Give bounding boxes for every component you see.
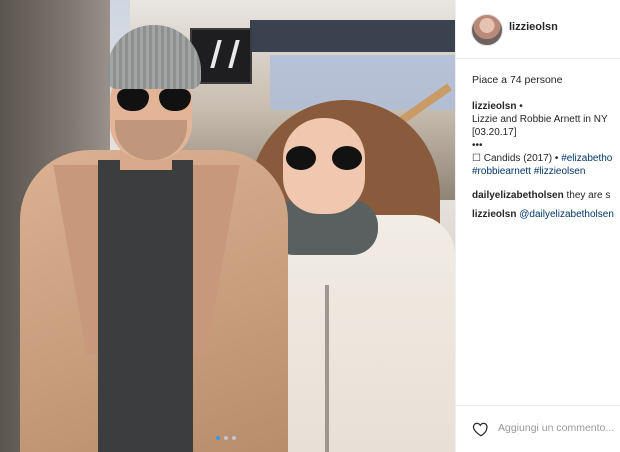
woman-coat-zipper bbox=[325, 285, 329, 452]
comment-username[interactable]: dailyelizabetholsen bbox=[472, 190, 564, 201]
post-photo[interactable] bbox=[0, 0, 455, 452]
post-header: lizzieolsn bbox=[456, 0, 620, 59]
woman-sunglasses bbox=[286, 146, 362, 170]
man-sweater bbox=[98, 160, 193, 452]
hashtag-link[interactable]: #robbiearnett #lizzieolsen bbox=[472, 165, 620, 178]
caption-line: [03.20.17] bbox=[472, 127, 517, 138]
background-awning bbox=[250, 20, 455, 52]
caption-bullet: • bbox=[519, 101, 523, 112]
post-side-panel: lizzieolsn Piace a 74 persone lizzieolsn… bbox=[455, 0, 620, 452]
man-sunglasses bbox=[117, 89, 191, 111]
header-username[interactable]: lizzieolsn bbox=[509, 21, 558, 33]
comment: dailyelizabetholsen they are s bbox=[472, 190, 610, 201]
comment-text: they are s bbox=[566, 190, 611, 201]
comment-username[interactable]: lizzieolsn bbox=[472, 209, 516, 220]
add-comment-input[interactable]: Aggiungi un commento... bbox=[498, 422, 614, 434]
likes-count[interactable]: Piace a 74 persone bbox=[472, 74, 562, 86]
carousel-dot[interactable] bbox=[224, 436, 228, 440]
carousel-dot[interactable] bbox=[232, 436, 236, 440]
carousel-dots[interactable] bbox=[211, 436, 241, 442]
caption: lizzieolsn • Lizzie and Robbie Arnett in… bbox=[472, 100, 620, 178]
heart-icon[interactable] bbox=[472, 420, 490, 438]
comment-bar: Aggiungi un commento... bbox=[456, 405, 620, 452]
comment-mention[interactable]: @dailyelizabetholsen bbox=[519, 209, 614, 220]
caption-line: Lizzie and Robbie Arnett in NY bbox=[472, 114, 608, 125]
carousel-dot-active[interactable] bbox=[216, 436, 220, 440]
caption-line: ••• bbox=[472, 140, 483, 151]
caption-line: ☐ Candids (2017) • bbox=[472, 153, 559, 164]
avatar[interactable] bbox=[471, 14, 503, 46]
hashtag-link[interactable]: #elizabetho bbox=[561, 153, 612, 164]
caption-username[interactable]: lizzieolsn bbox=[472, 101, 516, 112]
comment: lizzieolsn @dailyelizabetholsen bbox=[472, 209, 614, 220]
